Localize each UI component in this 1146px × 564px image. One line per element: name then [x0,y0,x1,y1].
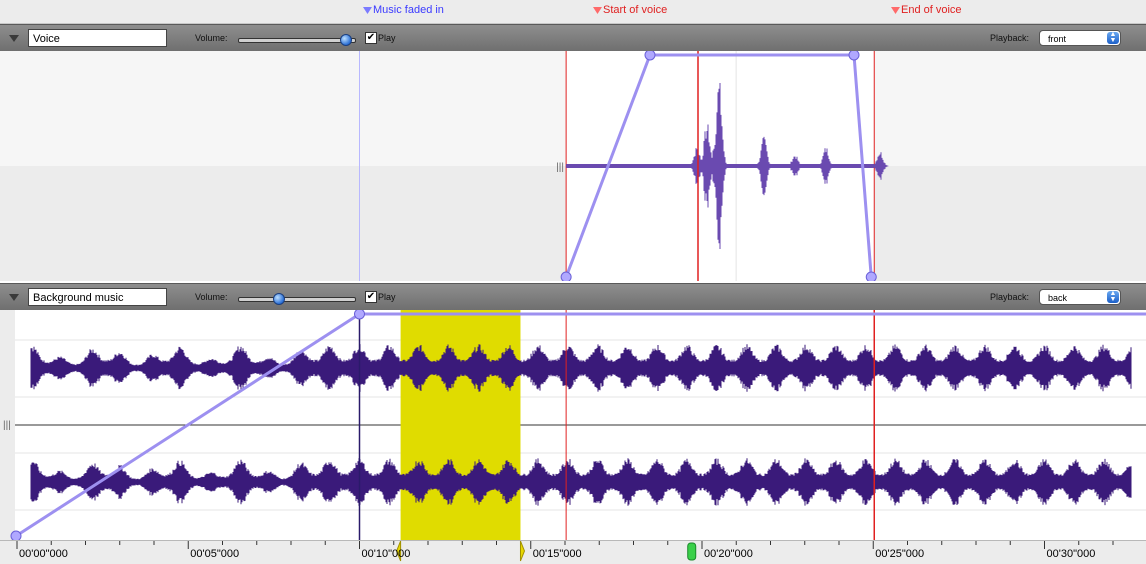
marker-pin-icon[interactable] [363,7,372,14]
timeline-label: 00'30"000 [1046,548,1096,560]
music-volume-slider[interactable] [238,297,356,302]
resize-handle-icon: ||| [3,420,11,431]
marker-music-faded-in[interactable]: Music faded in [363,4,444,16]
marker-pin-icon[interactable] [891,7,900,14]
resize-handle-icon: ||| [556,162,564,173]
selection-region [400,310,521,540]
music-track-waveform-area[interactable]: ||| [0,310,1146,540]
select-arrows-icon: ▲ ▼ [1107,290,1119,303]
music-track-header: Background music Volume: ✔ Play Playback… [0,283,1146,311]
timeline-label: 00'15"000 [532,548,582,560]
marker-start-of-voice[interactable]: Start of voice [593,4,667,16]
timeline-label: 00'20"000 [704,548,753,560]
volume-label: Volume: [195,292,228,302]
music-play-checkbox[interactable]: ✔ [365,291,377,303]
collapse-triangle-icon[interactable] [9,294,19,301]
voice-volume-knob[interactable] [339,34,352,46]
voice-play-checkbox[interactable]: ✔ [365,32,377,44]
voice-playback-value: front [1048,34,1067,44]
timeline-label: 00'10"000 [361,548,411,560]
selection-end-handle-icon [519,541,526,562]
timeline-ruler[interactable]: 00'00"000 00'05"000 00'10"000 00'15"000 00'2… [0,540,1146,564]
voice-playback-select[interactable]: front ▲ ▼ [1039,30,1121,46]
playback-label: Playback: [990,33,1030,43]
music-playback-select[interactable]: back ▲ ▼ [1039,289,1121,305]
select-arrows-icon: ▲ ▼ [1107,31,1119,44]
marker-end-of-voice[interactable]: End of voice [891,4,962,16]
envelope-point [10,530,22,540]
envelope-point [354,310,365,320]
marker-pin-icon[interactable] [593,7,602,14]
music-track-name-field[interactable]: Background music [28,288,167,306]
collapse-triangle-icon[interactable] [9,35,19,42]
timeline-label: 00'00"000 [19,548,68,560]
playhead-icon [687,542,697,561]
envelope-point [644,51,656,61]
voice-track-name-field[interactable]: Voice [28,29,167,47]
envelope-point [560,271,572,281]
markers-bar: Music faded in Start of voice End of voi… [0,0,1146,24]
volume-label: Volume: [195,33,228,43]
envelope-point [848,51,860,61]
voice-track-waveform-area[interactable]: |||||| [0,51,1146,281]
voice-volume-slider[interactable] [238,38,356,43]
play-label: Play [378,33,396,43]
envelope-point [865,271,877,281]
music-playback-value: back [1048,293,1068,303]
playback-label: Playback: [990,292,1030,302]
play-label: Play [378,292,396,302]
voice-track-header: Voice Volume: ✔ Play Playback: front ▲ ▼ [0,24,1146,52]
music-volume-knob[interactable] [272,293,285,305]
timeline-label: 00'25"000 [875,548,925,560]
timeline-label: 00'05"000 [190,548,240,560]
